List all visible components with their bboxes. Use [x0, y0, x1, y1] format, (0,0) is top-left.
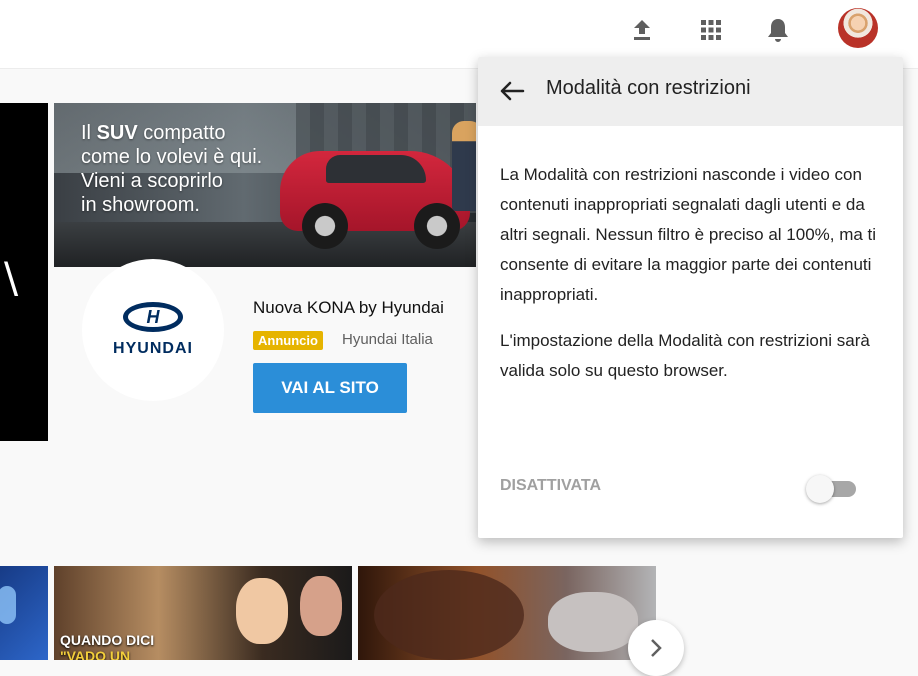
restricted-mode-toggle[interactable] — [806, 474, 858, 503]
person-figure — [452, 121, 476, 211]
banner-line2: come lo volevi è qui. — [81, 146, 263, 168]
banner-line1-prefix: Il — [81, 122, 91, 144]
visit-site-button[interactable]: VAI AL SITO — [253, 363, 407, 413]
ad-banner-image[interactable]: Il SUV compatto come lo volevi è qui. Vi… — [54, 103, 476, 267]
restricted-mode-panel: Modalità con restrizioni La Modalità con… — [478, 57, 903, 538]
banner-line3: Vieni a scoprirlo — [81, 170, 223, 192]
chevron-right-icon — [651, 639, 662, 657]
thumbnail-animal — [548, 592, 638, 652]
thumbnail-person — [300, 576, 342, 636]
banner-line1-bold: SUV — [96, 122, 138, 144]
video-thumbnail[interactable] — [358, 566, 656, 660]
video-thumbnail-left[interactable]: \ — [0, 103, 48, 441]
video-thumbnail[interactable] — [0, 566, 48, 660]
banner-line1-suffix: compatto — [143, 122, 226, 144]
thumbnail-decoration — [0, 586, 16, 624]
thumbnail-caption-line2: "VADO UN — [60, 648, 131, 660]
avatar[interactable] — [838, 8, 878, 48]
panel-header: Modalità con restrizioni — [478, 57, 903, 126]
bell-icon[interactable] — [764, 16, 792, 44]
brand-wordmark: HYUNDAI — [113, 340, 193, 357]
apps-grid-icon[interactable] — [697, 16, 725, 44]
scope-note-paragraph: L'impostazione della Modalità con restri… — [500, 331, 870, 380]
hyundai-mark: H — [146, 307, 160, 327]
toggle-status-label: DISATTIVATA — [500, 477, 602, 494]
banner-copy: Il SUV compatto come lo volevi è qui. Vi… — [81, 121, 262, 217]
hyundai-logo-icon: H — [123, 302, 183, 332]
thumbnail-figure — [374, 570, 524, 660]
thumbnail-glyph: \ — [4, 253, 19, 302]
back-arrow-icon[interactable] — [497, 76, 527, 106]
advertiser-name[interactable]: Hyundai Italia — [342, 331, 433, 348]
advertiser-logo[interactable]: H HYUNDAI — [82, 259, 224, 401]
panel-title: Modalità con restrizioni — [546, 77, 751, 99]
car-window — [326, 155, 426, 183]
carousel-next-button[interactable] — [628, 620, 684, 676]
thumbnail-caption-line1: QUANDO DICI — [60, 632, 155, 648]
banner-line4: in showroom. — [81, 194, 200, 216]
car-wheel — [302, 203, 348, 249]
description-paragraph: La Modalità con restrizioni nasconde i v… — [500, 165, 877, 304]
thumbnail-person — [236, 578, 288, 644]
upload-icon[interactable] — [628, 16, 656, 44]
thumbnail-caption: QUANDO DICI "VADO UN — [60, 632, 154, 660]
panel-description: La Modalità con restrizioni nasconde i v… — [500, 160, 892, 402]
toggle-knob[interactable] — [806, 475, 834, 503]
video-thumbnail[interactable]: QUANDO DICI "VADO UN — [54, 566, 352, 660]
ad-title[interactable]: Nuova KONA by Hyundai — [253, 298, 444, 318]
ad-badge: Annuncio — [253, 331, 323, 350]
